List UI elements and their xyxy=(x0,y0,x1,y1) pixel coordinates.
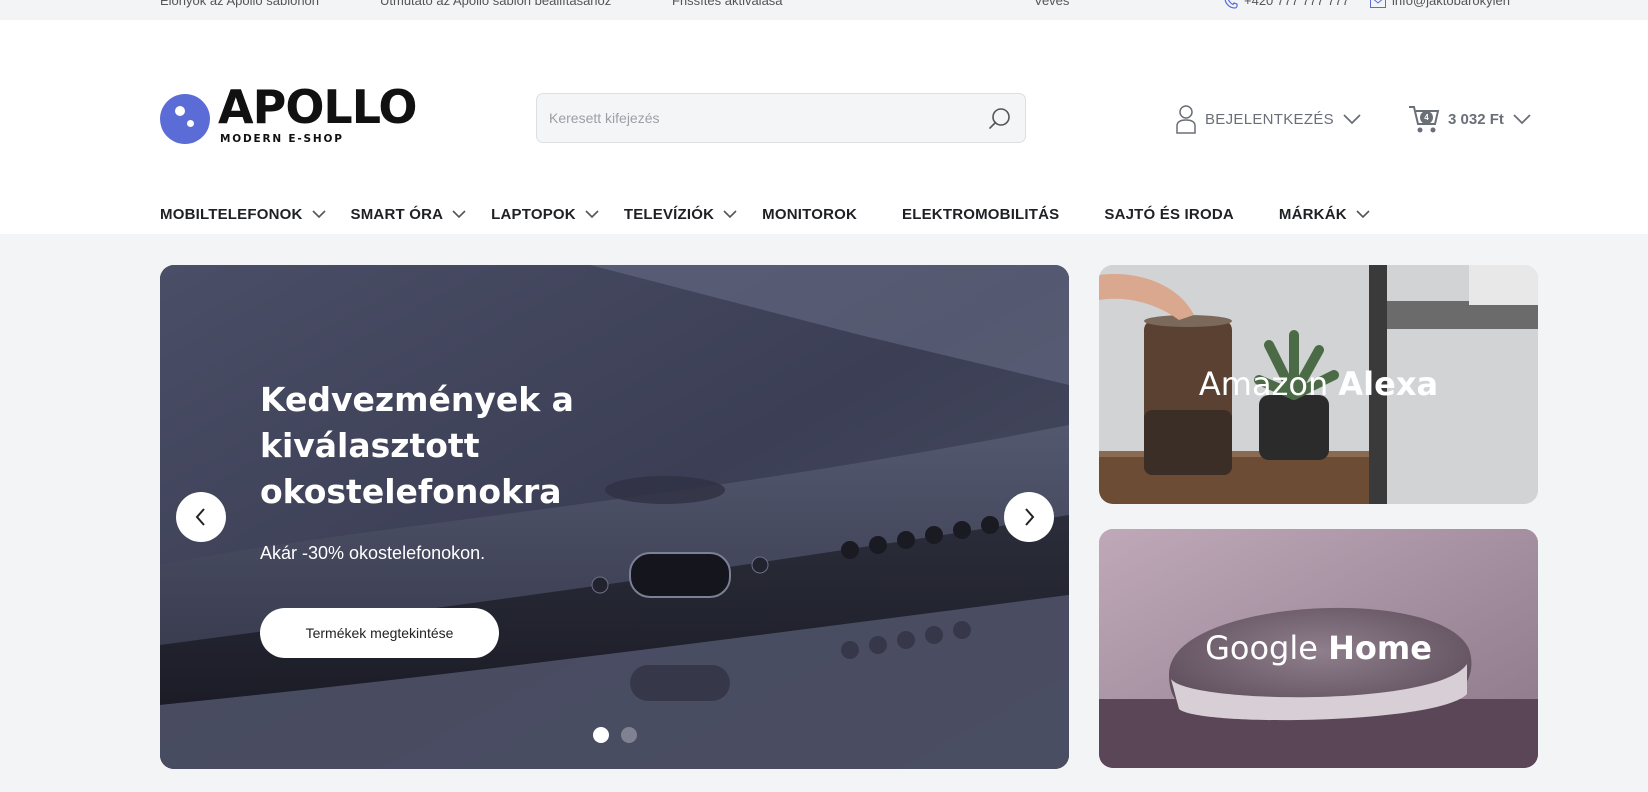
slider-prev-button[interactable] xyxy=(176,492,226,542)
top-info-bar: Előnyök az Apollo sablonon Útmutató az A… xyxy=(0,0,1648,20)
chevron-right-icon xyxy=(1025,508,1035,526)
logo-subtitle: MODERN E-SHOP xyxy=(220,133,344,145)
promo-title: Amazon Alexa xyxy=(1099,365,1538,403)
logo-title: APOLLO xyxy=(218,80,418,134)
hero-title: Kedvezmények a kiválasztott okostelefono… xyxy=(260,380,574,511)
search-input[interactable] xyxy=(549,94,969,142)
slider-pagination xyxy=(593,727,637,743)
phone-icon xyxy=(1224,0,1238,9)
search-box xyxy=(536,93,1026,143)
email-address: info@jaktobarokyleh xyxy=(1392,0,1510,8)
nav-item-televiziok[interactable]: TELEVÍZIÓK xyxy=(624,206,738,223)
promo-amazon-alexa[interactable]: Amazon Alexa xyxy=(1099,265,1538,504)
nav-item-laptopok[interactable]: LAPTOPOK xyxy=(491,206,600,223)
nav-item-mobiltelefonok[interactable]: MOBILTELEFONOK xyxy=(160,206,327,223)
nav-item-label: TELEVÍZIÓK xyxy=(623,205,715,223)
cart-count-badge: 4 xyxy=(1420,111,1433,124)
promo-title-light: Google xyxy=(1205,629,1318,667)
promo-title-bold: Home xyxy=(1328,629,1432,667)
mail-icon xyxy=(1370,0,1386,8)
nav-item-label: MÁRKÁK xyxy=(1278,205,1347,223)
chevron-down-icon xyxy=(311,210,326,219)
hero-subtitle: Akár -30% okostelefonokon. xyxy=(260,543,486,563)
nav-item-elektromobilitas[interactable]: ELEKTROMOBILITÁS xyxy=(902,206,1059,223)
promo-title-bold: Alexa xyxy=(1338,365,1439,403)
cart-icon: 4 xyxy=(1408,104,1440,134)
chevron-down-icon xyxy=(585,210,599,219)
hero-slider: Kedvezmények a kiválasztott okostelefono… xyxy=(160,265,1069,769)
topbar-phone[interactable]: +420 777 777 777 xyxy=(1224,0,1349,9)
nav-item-markak[interactable]: MÁRKÁK xyxy=(1279,206,1371,223)
promo-google-home[interactable]: Google Home xyxy=(1099,529,1538,768)
search-icon xyxy=(989,108,1010,129)
nav-item-label: MONITOROK xyxy=(762,205,858,223)
main-nav: MOBILTELEFONOK SMART ÓRA LAPTOPOK TELEVÍ… xyxy=(160,194,1371,234)
chevron-down-icon xyxy=(452,210,466,219)
hero-background-image xyxy=(160,265,1069,769)
user-icon xyxy=(1176,105,1196,134)
logo-mark-icon xyxy=(160,94,210,144)
nav-item-smart-ora[interactable]: SMART ÓRA xyxy=(351,206,468,223)
promo-title: Google Home xyxy=(1099,629,1538,667)
slider-dot-1[interactable] xyxy=(593,727,609,743)
phone-number: +420 777 777 777 xyxy=(1244,0,1350,8)
chevron-down-icon xyxy=(1356,210,1370,219)
chevron-left-icon xyxy=(195,508,205,526)
cart-total: 3 032 Ft xyxy=(1448,110,1504,128)
login-label: BEJELENTKEZÉS xyxy=(1205,110,1334,128)
nav-item-monitorok[interactable]: MONITOROK xyxy=(762,206,857,223)
nav-item-sajto-es-iroda[interactable]: SAJTÓ ÉS IRODA xyxy=(1104,206,1234,223)
topbar-link-purchase[interactable]: Vevés xyxy=(1034,0,1069,8)
promo-title-light: Amazon xyxy=(1198,365,1329,403)
nav-item-label: ELEKTROMOBILITÁS xyxy=(902,205,1060,223)
nav-item-label: SMART ÓRA xyxy=(350,205,444,223)
slider-dot-2[interactable] xyxy=(621,727,637,743)
topbar-link-benefits[interactable]: Előnyök az Apollo sablonon xyxy=(160,0,319,8)
site-header: APOLLO MODERN E-SHOP BEJELENTKEZÉS 4 xyxy=(0,20,1648,234)
topbar-email[interactable]: info@jaktobarokyleh xyxy=(1370,0,1510,8)
nav-item-label: LAPTOPOK xyxy=(491,205,576,223)
search-button[interactable] xyxy=(987,106,1013,132)
nav-item-label: MOBILTELEFONOK xyxy=(160,205,303,223)
topbar-link-guide[interactable]: Útmutató az Apollo sablon beállításához xyxy=(380,0,611,8)
nav-item-label: SAJTÓ ÉS IRODA xyxy=(1104,205,1234,223)
slider-next-button[interactable] xyxy=(1004,492,1054,542)
topbar-link-activation[interactable]: Frissítés aktiválása xyxy=(672,0,783,8)
view-products-button[interactable]: Termékek megtekintése xyxy=(260,608,499,658)
chevron-down-icon xyxy=(1513,114,1531,125)
chevron-down-icon xyxy=(723,210,737,219)
cart-button[interactable]: 4 3 032 Ft xyxy=(1408,102,1532,136)
logo[interactable]: APOLLO MODERN E-SHOP xyxy=(160,72,440,145)
login-button[interactable]: BEJELENTKEZÉS xyxy=(1175,102,1362,136)
chevron-down-icon xyxy=(1343,114,1361,125)
